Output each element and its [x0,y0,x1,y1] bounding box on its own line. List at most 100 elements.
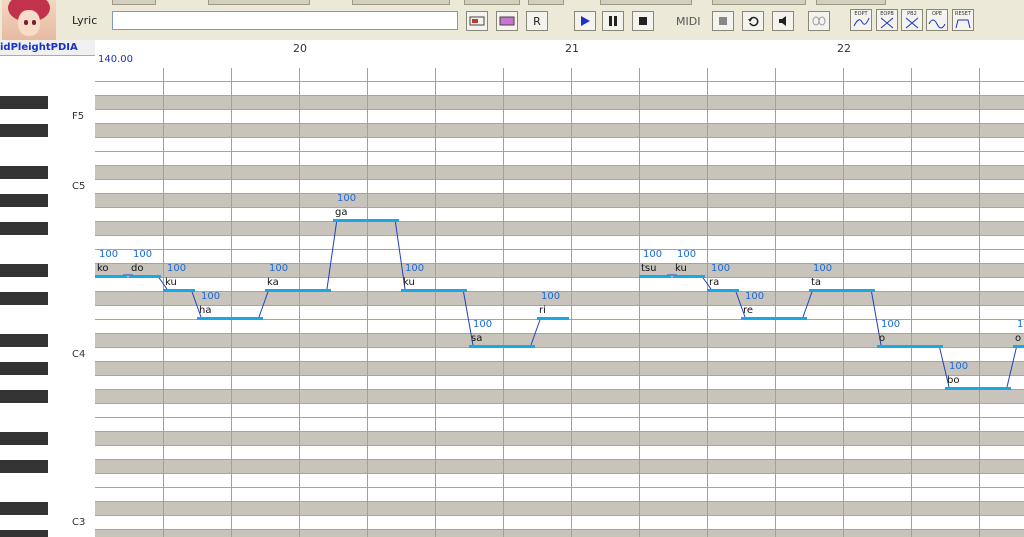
record-icon [719,17,727,25]
r-icon: R [533,14,541,28]
color-block-icon [499,16,515,26]
note-velocity: 100 [1017,319,1024,330]
note-lyric[interactable]: ku [165,278,177,288]
note-lyric[interactable]: do [131,264,143,274]
pitch-label: F5 [72,111,85,122]
note-velocity: 100 [201,291,221,302]
note-block[interactable] [163,289,195,292]
black-key[interactable] [0,530,48,537]
measure-number: 21 [565,42,579,55]
black-key[interactable] [0,432,48,445]
toolbar: Lyric R MIDI EOPT EOPB PB2 OPE RESET [0,0,1024,41]
stop-icon [639,17,647,25]
effect-button-3[interactable]: PB2 [901,9,923,31]
note-lyric[interactable]: ri [539,306,546,316]
note-lyric[interactable]: ka [267,278,279,288]
pitch-label: C5 [72,181,86,192]
record-button[interactable] [712,11,734,31]
lyric-input[interactable] [112,11,458,30]
note-block[interactable] [639,275,671,278]
note-velocity: 100 [813,263,833,274]
note-block[interactable] [809,289,875,292]
note-lyric[interactable]: ku [403,278,415,288]
measure-ruler[interactable]: 140.00 20 21 22 [95,40,1024,69]
note-lyric[interactable]: tsu [641,264,656,274]
note-block[interactable] [469,345,535,348]
note-block[interactable] [333,219,399,222]
toolbar-edge [352,0,450,5]
note-velocity: 100 [881,319,901,330]
piano-roll[interactable]: 140.00 20 21 22 ko 100 do 100 ku 100 ha 100 ka 100 g… [95,40,1024,537]
track-header: idPleightPDIA [0,40,95,56]
note-block[interactable] [1013,345,1024,348]
effect-curve-icon [853,17,870,27]
note-lyric[interactable]: bo [947,376,959,386]
note-grid[interactable]: ko 100 do 100 ku 100 ha 100 ka 100 ga 100 ku 100 sa 100… [95,68,1024,537]
effect-button-4[interactable]: OPE [926,9,948,31]
note-block[interactable] [877,345,943,348]
pause-icon [609,16,617,26]
note-lyric[interactable]: o [879,334,885,344]
note-lyric[interactable]: ra [709,278,719,288]
black-key[interactable] [0,124,48,137]
note-block[interactable] [741,317,807,320]
note-lyric[interactable]: re [743,306,753,316]
note-velocity: 100 [541,291,561,302]
black-key[interactable] [0,460,48,473]
black-key[interactable] [0,502,48,515]
pause-button[interactable] [602,11,624,31]
black-key[interactable] [0,96,48,109]
note-block[interactable] [95,275,127,278]
note-block[interactable] [673,275,705,278]
note-lyric[interactable]: ha [199,306,211,316]
note-block[interactable] [129,275,161,278]
note-lyric[interactable]: o [1015,334,1021,344]
r-button[interactable]: R [526,11,548,31]
loop-icon [748,16,759,27]
effect-button-1[interactable]: EOPT [850,9,872,31]
note-lyric[interactable]: sa [471,334,482,344]
note-lyric[interactable]: ta [811,278,821,288]
note-velocity: 100 [167,263,187,274]
measure-number: 22 [837,42,851,55]
note-block[interactable] [197,317,263,320]
black-key[interactable] [0,334,48,347]
pitch-label: C4 [72,349,86,360]
note-block[interactable] [265,289,331,292]
reset-button[interactable]: RESET [952,9,974,31]
speaker-button[interactable] [772,11,794,31]
black-key[interactable] [0,194,48,207]
note-velocity: 100 [745,291,765,302]
black-key[interactable] [0,390,48,403]
note-block[interactable] [537,317,569,320]
black-key[interactable] [0,362,48,375]
color-block-button[interactable] [496,11,518,31]
note-velocity: 100 [643,249,663,260]
loop-button[interactable] [742,11,764,31]
stop-button[interactable] [632,11,654,31]
toolbar-edge [464,0,520,5]
insert-lyric-icon [469,16,485,26]
note-velocity: 100 [711,263,731,274]
link-button[interactable] [808,11,830,31]
effect-button-2[interactable]: EOPB [876,9,898,31]
toolbar-edge [816,0,886,5]
note-lyric[interactable]: ko [97,264,109,274]
piano-keyboard[interactable]: idPleightPDIA F5 C5 C4 C3 [0,40,96,537]
lyric-label: Lyric [72,14,98,27]
note-block[interactable] [401,289,467,292]
black-key[interactable] [0,222,48,235]
note-lyric[interactable]: ku [675,264,687,274]
note-block[interactable] [707,289,739,292]
insert-lyric-button[interactable] [466,11,488,31]
black-key[interactable] [0,264,48,277]
note-velocity: 100 [677,249,697,260]
black-key[interactable] [0,166,48,179]
note-lyric[interactable]: ga [335,208,347,218]
play-button[interactable] [574,11,596,31]
toolbar-edge [112,0,156,5]
effect-cross-icon [880,17,894,29]
note-block[interactable] [945,387,1011,390]
measure-number: 20 [293,42,307,55]
black-key[interactable] [0,292,48,305]
